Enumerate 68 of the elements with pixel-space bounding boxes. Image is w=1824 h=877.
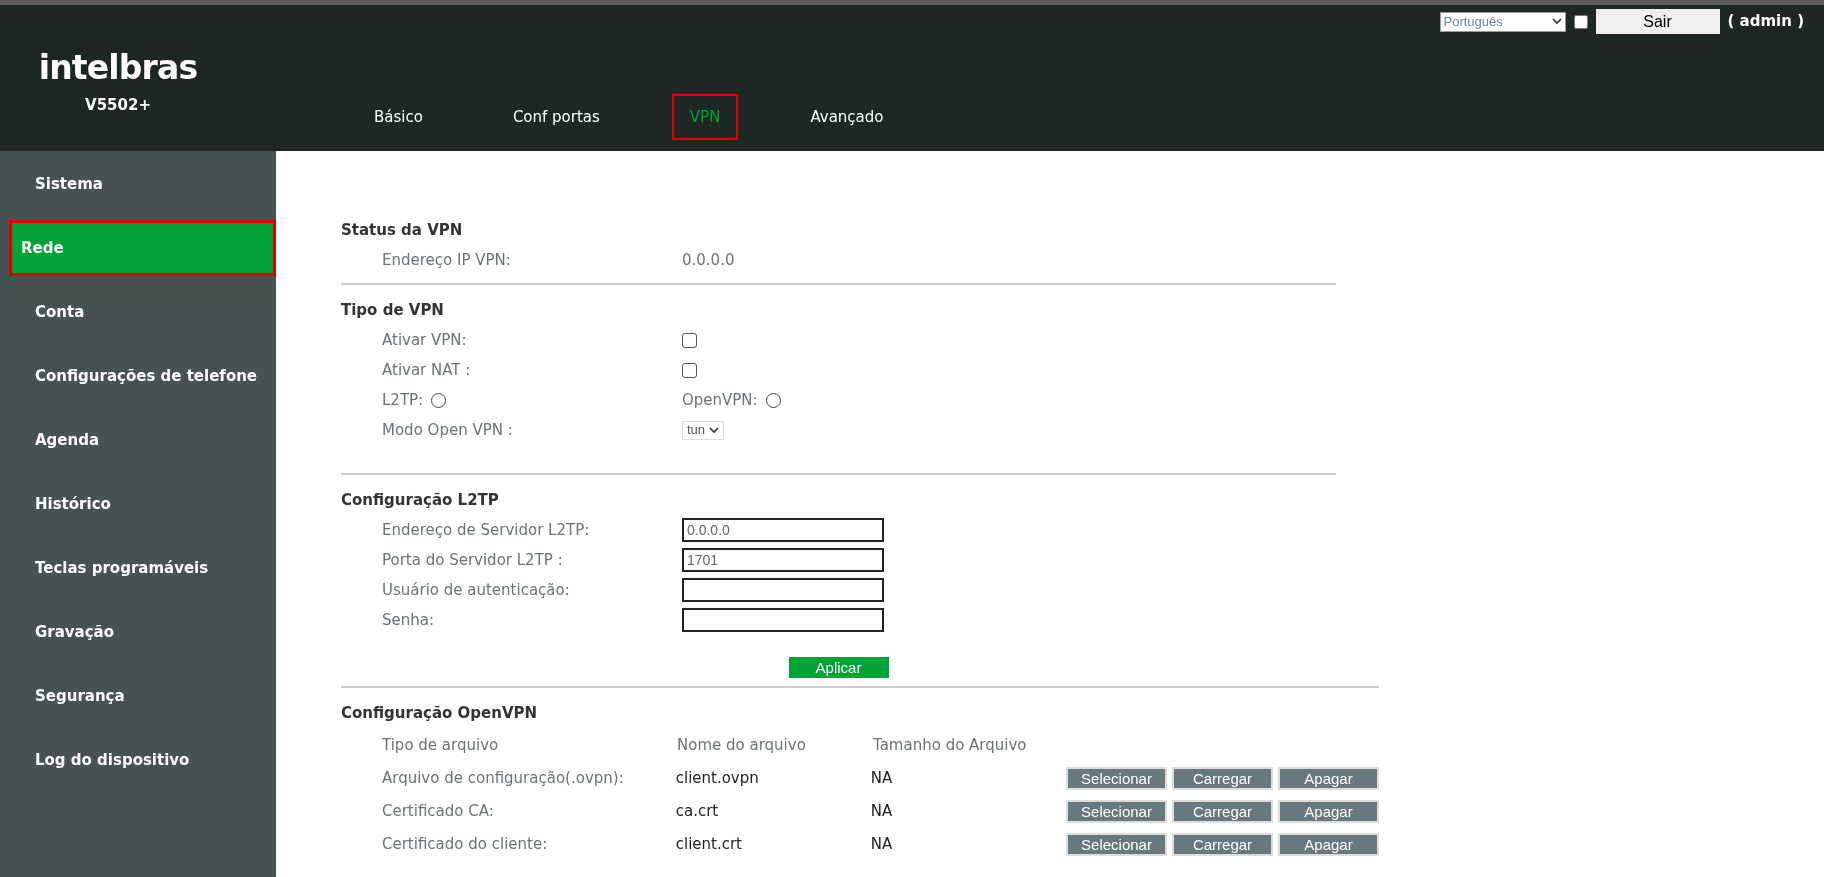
file-name: ca.crt bbox=[675, 801, 720, 823]
file-size: NA bbox=[870, 768, 894, 790]
nav-tab[interactable]: Avançado bbox=[792, 94, 902, 140]
model-name: V5502+ bbox=[85, 95, 151, 116]
file-name: client.crt bbox=[675, 834, 743, 856]
section-title: Configuração OpenVPN bbox=[341, 702, 539, 724]
field-label: Ativar NAT : bbox=[382, 359, 472, 381]
chevron-down-icon bbox=[709, 426, 720, 434]
field-value: 0.0.0.0 bbox=[682, 249, 735, 271]
file-action-button[interactable]: Apagar bbox=[1278, 833, 1379, 856]
radio-label: OpenVPN: bbox=[682, 389, 758, 411]
sidebar-item[interactable]: Conta bbox=[0, 284, 267, 340]
file-type: Certificado do cliente: bbox=[382, 834, 549, 856]
input-field[interactable]: 0.0.0.0 bbox=[682, 518, 884, 542]
apply-button[interactable]: Aplicar bbox=[788, 657, 889, 678]
file-size: NA bbox=[870, 801, 894, 823]
mode-dropdown[interactable]: tun bbox=[682, 420, 725, 440]
file-action-button[interactable]: Carregar bbox=[1172, 833, 1273, 856]
section-title: Configuração L2TP bbox=[341, 489, 500, 511]
language-dropdown[interactable]: Português bbox=[1439, 11, 1566, 32]
sidebar-item[interactable]: Rede bbox=[9, 220, 276, 276]
column-header: Tamanho do Arquivo bbox=[873, 734, 1027, 756]
field-label: Modo Open VPN : bbox=[382, 419, 514, 441]
file-name: client.ovpn bbox=[675, 768, 760, 790]
radio-button[interactable] bbox=[431, 392, 447, 408]
file-action-button[interactable]: Apagar bbox=[1278, 767, 1379, 790]
field-label: Ativar VPN: bbox=[382, 329, 468, 351]
nav-tab[interactable]: VPN bbox=[671, 94, 739, 140]
nav-tab[interactable]: Conf portas bbox=[494, 94, 618, 140]
sidebar-item[interactable]: Sistema bbox=[0, 156, 267, 212]
file-action-button[interactable]: Apagar bbox=[1278, 800, 1379, 823]
file-action-button[interactable]: Selecionar bbox=[1066, 800, 1167, 823]
checkbox[interactable] bbox=[682, 362, 697, 378]
file-action-button[interactable]: Selecionar bbox=[1066, 833, 1167, 856]
input-field[interactable]: 1701 bbox=[682, 548, 884, 572]
field-label: Endereço de Servidor L2TP: bbox=[382, 519, 591, 541]
chevron-down-icon bbox=[1551, 18, 1562, 25]
nav-tab[interactable]: Básico bbox=[356, 94, 441, 140]
file-action-button[interactable]: Carregar bbox=[1172, 800, 1273, 823]
input-field[interactable] bbox=[682, 608, 884, 632]
sidebar-item[interactable]: Histórico bbox=[0, 476, 267, 532]
radio-button[interactable] bbox=[765, 392, 781, 408]
sidebar-item[interactable]: Gravação bbox=[0, 604, 267, 660]
radio-label: L2TP: bbox=[382, 389, 424, 411]
file-type: Arquivo de configuração(.ovpn): bbox=[382, 768, 625, 790]
brand-logo: intelbras bbox=[38, 51, 198, 84]
checkbox[interactable] bbox=[682, 332, 697, 348]
column-header: Nome do arquivo bbox=[677, 734, 807, 756]
section-title: Tipo de VPN bbox=[341, 299, 445, 321]
sidebar-item[interactable]: Teclas programáveis bbox=[0, 540, 267, 596]
sidebar-item[interactable]: Log do dispositivo bbox=[0, 732, 267, 788]
file-type: Certificado CA: bbox=[382, 801, 495, 823]
file-action-button[interactable]: Carregar bbox=[1172, 767, 1273, 790]
file-size: NA bbox=[870, 834, 894, 856]
field-label: Porta do Servidor L2TP : bbox=[382, 549, 564, 571]
section-title: Status da VPN bbox=[341, 219, 464, 241]
field-label: Endereço IP VPN: bbox=[382, 249, 512, 271]
sidebar-item[interactable]: Agenda bbox=[0, 412, 267, 468]
sidebar-item[interactable]: Configurações de telefone bbox=[0, 348, 267, 404]
field-label: Usuário de autenticação: bbox=[382, 579, 571, 601]
file-action-button[interactable]: Selecionar bbox=[1066, 767, 1167, 790]
column-header: Tipo de arquivo bbox=[382, 734, 500, 756]
sidebar-item[interactable]: Segurança bbox=[0, 668, 267, 724]
user-label: ( admin ) bbox=[1727, 11, 1804, 33]
field-label: Senha: bbox=[382, 609, 435, 631]
input-field[interactable] bbox=[682, 578, 884, 602]
logout-button[interactable]: Sair bbox=[1595, 9, 1720, 34]
checkbox[interactable] bbox=[1573, 14, 1588, 29]
